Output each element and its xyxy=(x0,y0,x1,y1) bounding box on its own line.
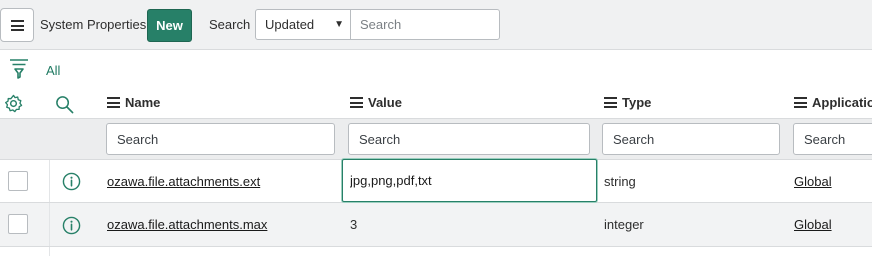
column-menu-icon[interactable] xyxy=(350,97,363,108)
chevron-down-icon: ▼ xyxy=(334,19,344,30)
row-select-cell xyxy=(0,160,50,202)
application-link[interactable]: Global xyxy=(794,217,832,232)
column-menu-icon[interactable] xyxy=(604,97,617,108)
application-search-input[interactable] xyxy=(793,123,872,155)
row-checkbox[interactable] xyxy=(8,214,28,234)
table-row: ozawa.file.attachments.max 3 integer Glo… xyxy=(0,203,872,247)
column-menu-icon[interactable] xyxy=(794,97,807,108)
search-label: Search xyxy=(209,17,251,32)
application-link[interactable]: Global xyxy=(794,174,832,189)
gear-icon[interactable] xyxy=(4,94,23,113)
search-field-select[interactable]: Updated ▼ xyxy=(255,9,351,40)
list-page: System Properties New Search Updated ▼ A… xyxy=(0,0,872,256)
row-checkbox[interactable] xyxy=(8,171,28,191)
magnifier-icon[interactable] xyxy=(55,95,74,114)
type-search-input[interactable] xyxy=(602,123,780,155)
row-select-cell xyxy=(0,203,50,246)
list-header: System Properties New Search Updated ▼ xyxy=(0,0,872,50)
search-input[interactable] xyxy=(350,9,500,40)
column-header-name[interactable]: Name xyxy=(107,95,160,110)
row-select-cell xyxy=(0,247,50,256)
column-header-label: Name xyxy=(125,95,161,110)
type-cell: integer xyxy=(604,217,644,232)
column-menu-icon[interactable] xyxy=(107,97,120,108)
breadcrumb-all[interactable]: All xyxy=(46,63,60,78)
value-search-input[interactable] xyxy=(348,123,590,155)
list-menu-button[interactable] xyxy=(0,8,34,42)
value-inline-edit-input[interactable] xyxy=(342,159,597,202)
column-header-value[interactable]: Value xyxy=(350,95,402,110)
property-name-link[interactable]: ozawa.file.attachments.max xyxy=(107,217,267,232)
column-header-type[interactable]: Type xyxy=(604,95,651,110)
page-title: System Properties xyxy=(40,17,147,32)
funnel-filter-icon[interactable] xyxy=(9,58,29,80)
new-button[interactable]: New xyxy=(147,9,192,42)
search-field-value: Updated xyxy=(265,17,315,32)
info-icon[interactable] xyxy=(62,172,81,191)
column-header-label: Value xyxy=(368,95,402,110)
name-search-input[interactable] xyxy=(106,123,335,155)
column-header-label: Application xyxy=(812,95,872,110)
property-name-link[interactable]: ozawa.file.attachments.ext xyxy=(107,174,260,189)
column-header-label: Type xyxy=(622,95,652,110)
type-cell: string xyxy=(604,174,636,189)
info-icon[interactable] xyxy=(62,216,81,235)
hamburger-menu-icon xyxy=(11,20,24,31)
value-cell: 3 xyxy=(350,217,358,232)
next-row-partial xyxy=(0,247,872,256)
column-header-application[interactable]: Application xyxy=(794,95,872,110)
